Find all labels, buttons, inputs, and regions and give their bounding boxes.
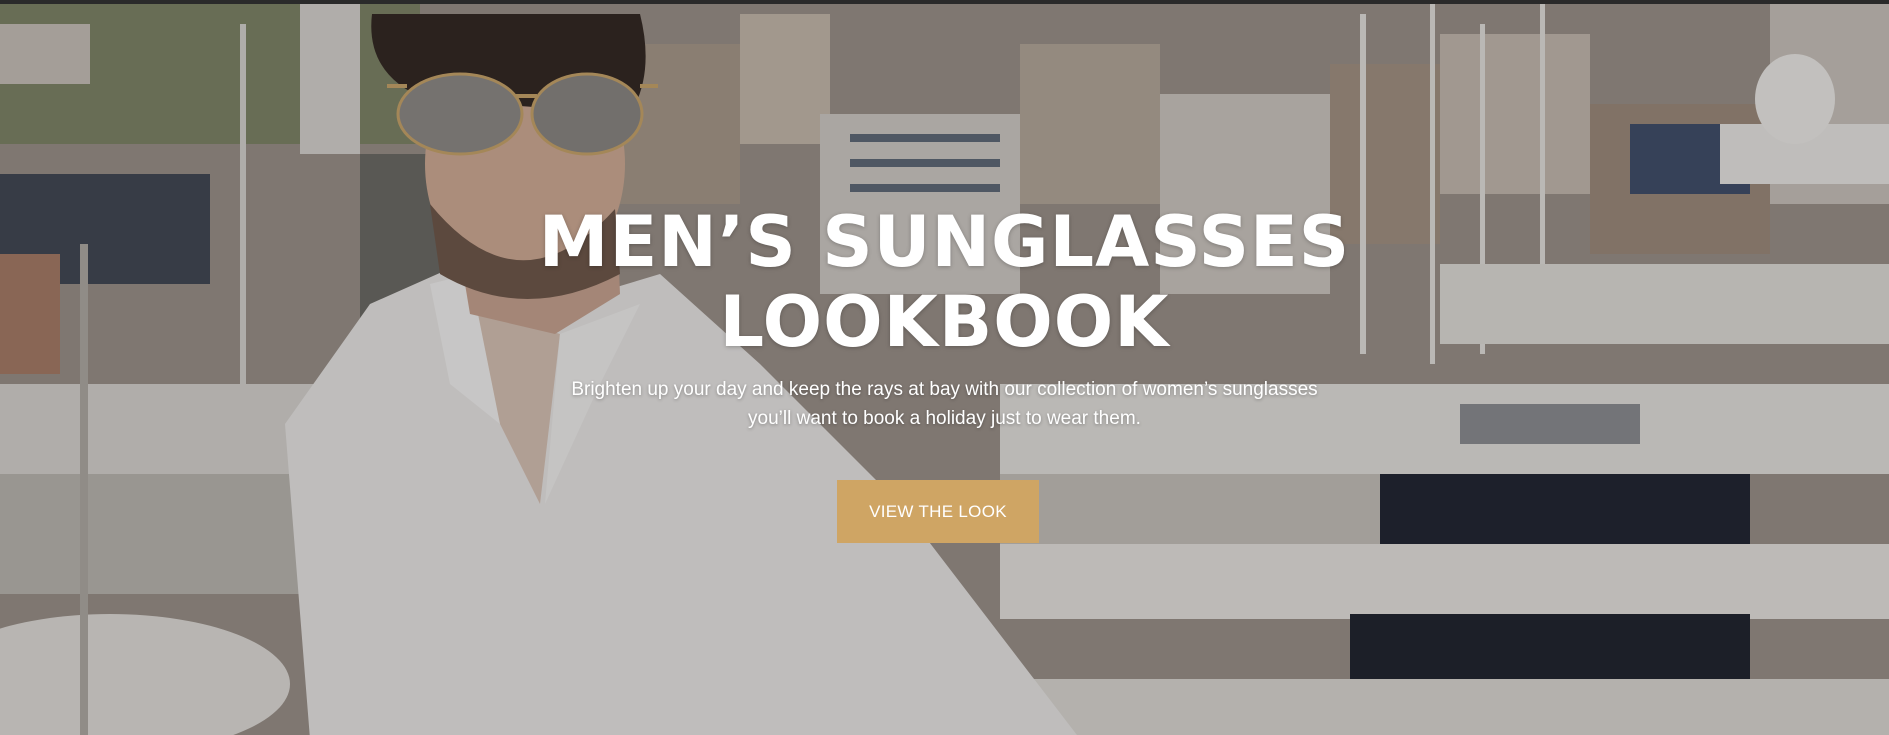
hero-subtitle: Brighten up your day and keep the rays a… — [0, 375, 1889, 433]
hero-title: MEN’S SUNGLASSES LOOKBOOK — [0, 202, 1889, 362]
hero-title-line-2: LOOKBOOK — [719, 281, 1170, 363]
hero-subtitle-line-1: Brighten up your day and keep the rays a… — [571, 379, 1318, 400]
hero-content: MEN’S SUNGLASSES LOOKBOOK Brighten up yo… — [0, 4, 1889, 735]
hero-banner: MEN’S SUNGLASSES LOOKBOOK Brighten up yo… — [0, 0, 1889, 735]
hero-title-line-1: MEN’S SUNGLASSES — [538, 201, 1351, 283]
hero-subtitle-line-2: you’ll want to book a holiday just to we… — [748, 408, 1141, 429]
view-the-look-button[interactable]: VIEW THE LOOK — [837, 480, 1039, 543]
